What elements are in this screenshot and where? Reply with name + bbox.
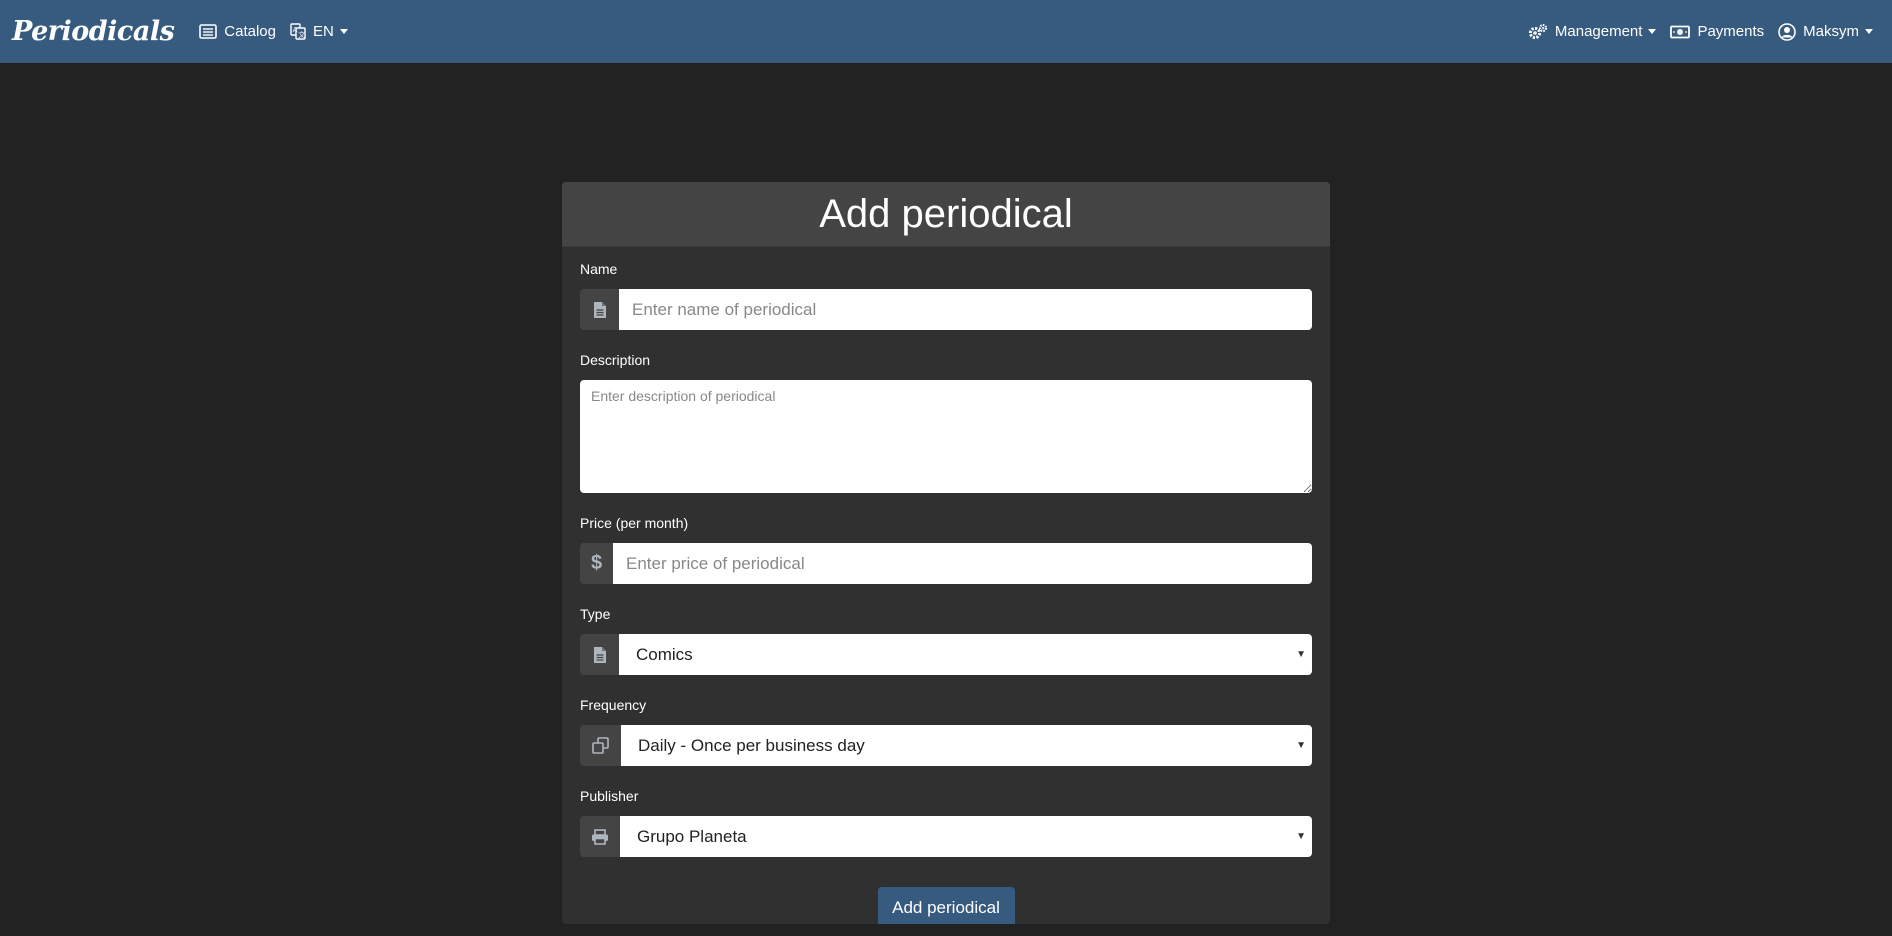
publisher-select[interactable]: Grupo Planeta ▼: [620, 816, 1312, 857]
type-label: Type: [580, 606, 611, 622]
select-arrow-icon: ▼: [1296, 649, 1306, 660]
document-icon: [580, 289, 619, 330]
chevron-down-icon: [339, 29, 348, 34]
management-label: Management: [1554, 23, 1643, 40]
management-dropdown[interactable]: Management: [1528, 23, 1657, 40]
nav-catalog-link[interactable]: Catalog: [199, 23, 276, 40]
document-icon: [580, 634, 619, 675]
type-select[interactable]: Comics ▼: [619, 634, 1312, 675]
user-circle-icon: [1778, 22, 1796, 41]
page-title: Add periodical: [819, 191, 1073, 236]
name-input[interactable]: [619, 289, 1312, 330]
price-label: Price (per month): [580, 515, 689, 531]
svg-text:A: A: [293, 26, 298, 34]
card-header: Add periodical: [562, 182, 1330, 247]
add-periodical-button[interactable]: Add periodical: [877, 887, 1015, 924]
add-periodical-card: Add periodical Name Description Price (p…: [562, 182, 1330, 924]
catalog-icon: [199, 24, 218, 39]
select-arrow-icon: ▼: [1296, 740, 1306, 751]
navbar-left: Periodicals Catalog A文 EN: [12, 0, 355, 63]
payments-label: Payments: [1697, 23, 1765, 40]
description-label: Description: [580, 352, 651, 368]
frequency-select[interactable]: Daily - Once per business day ▼: [621, 725, 1312, 766]
dollar-icon: $: [580, 543, 613, 584]
user-label: Maksym: [1803, 23, 1859, 40]
brand-logo[interactable]: Periodicals: [12, 16, 175, 47]
chevron-down-icon: [1648, 29, 1657, 34]
language-dropdown[interactable]: A文 EN: [290, 23, 348, 40]
gears-icon: [1528, 23, 1548, 40]
frequency-input-group: Daily - Once per business day ▼: [580, 725, 1312, 766]
type-selected-value: Comics: [636, 644, 693, 664]
chevron-down-icon: [1865, 29, 1873, 34]
add-periodical-form: Name Description Price (per month) $ Typ…: [562, 247, 1330, 924]
printer-icon: [580, 816, 620, 857]
type-input-group: Comics ▼: [580, 634, 1312, 675]
select-arrow-icon: ▼: [1296, 831, 1306, 842]
description-textarea[interactable]: [580, 380, 1312, 493]
price-input-group: $: [580, 543, 1312, 584]
svg-text:文: 文: [298, 30, 305, 39]
frequency-label: Frequency: [580, 697, 647, 713]
navbar: Periodicals Catalog A文 EN Management Pay…: [0, 0, 1892, 63]
payments-link[interactable]: Payments: [1670, 23, 1764, 40]
copy-icon: [580, 725, 621, 766]
price-input[interactable]: [613, 543, 1312, 584]
translate-icon: A文: [290, 23, 306, 40]
publisher-input-group: Grupo Planeta ▼: [580, 816, 1312, 857]
money-bill-icon: [1670, 25, 1691, 39]
name-input-group: [580, 289, 1312, 330]
user-dropdown[interactable]: Maksym: [1778, 22, 1873, 41]
publisher-label: Publisher: [580, 788, 639, 804]
navbar-right: Management Payments Maksym: [1521, 0, 1880, 63]
name-label: Name: [580, 261, 618, 277]
frequency-selected-value: Daily - Once per business day: [638, 735, 865, 755]
nav-catalog-label: Catalog: [224, 23, 276, 40]
language-label: EN: [312, 23, 334, 40]
publisher-selected-value: Grupo Planeta: [637, 826, 747, 846]
submit-wrapper: Add periodical: [580, 887, 1312, 924]
